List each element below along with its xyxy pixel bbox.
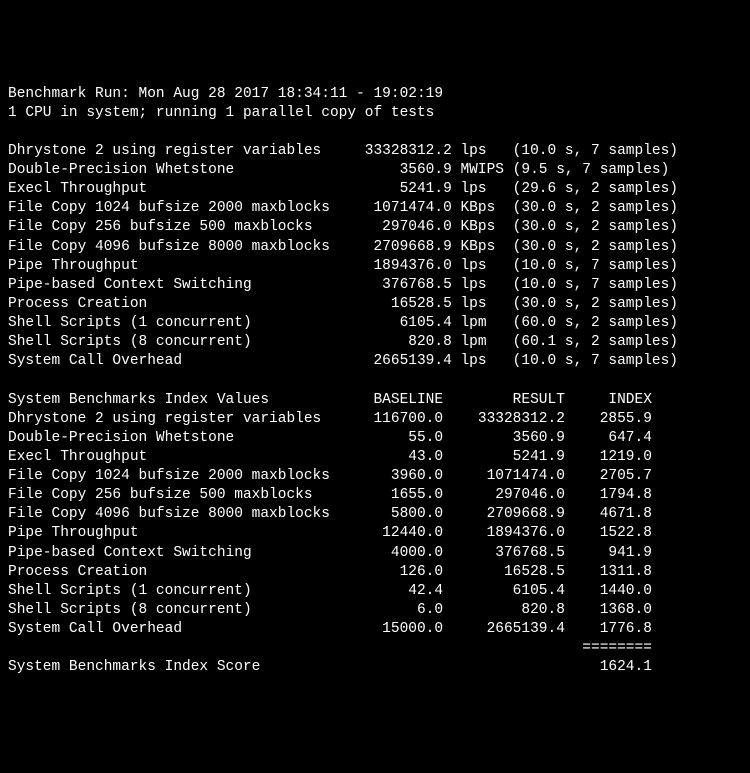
terminal-output: Benchmark Run: Mon Aug 28 2017 18:34:11 … <box>8 85 742 678</box>
